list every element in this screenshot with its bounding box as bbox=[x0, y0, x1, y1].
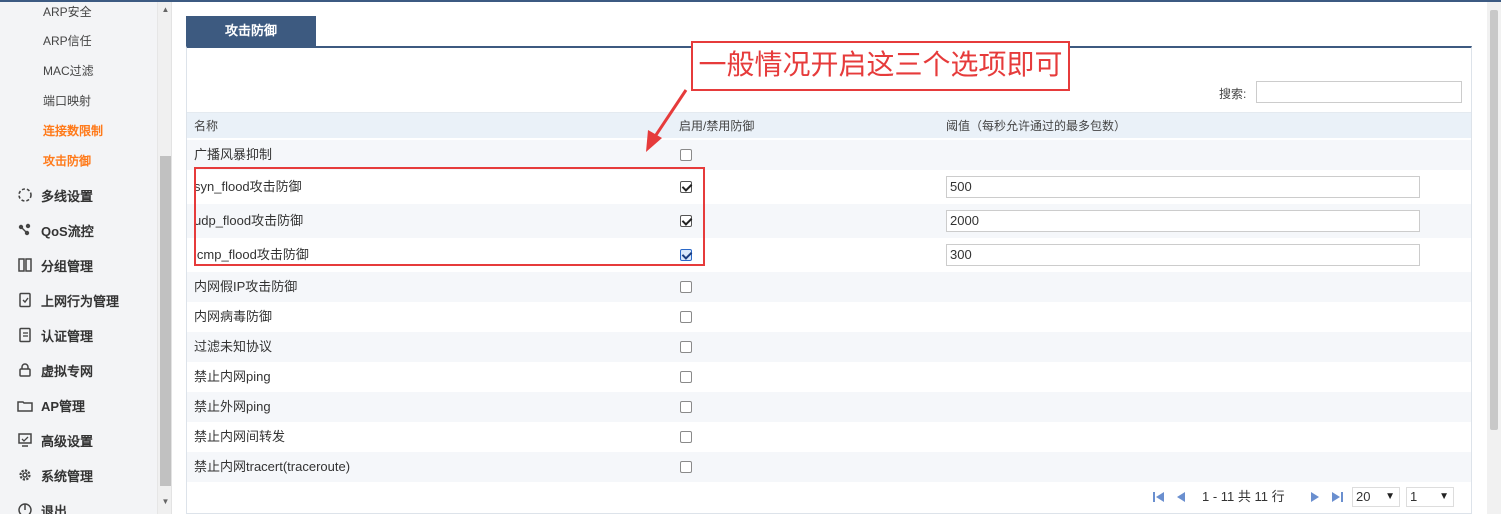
multiline-icon bbox=[16, 187, 33, 204]
row-name: 内网病毒防御 bbox=[194, 309, 273, 324]
sidebar-item-arp-trust[interactable]: ARP信任 bbox=[43, 31, 92, 51]
sidebar-item-group[interactable]: 分组管理 bbox=[16, 253, 93, 277]
search-input[interactable] bbox=[1256, 81, 1462, 103]
sidebar-item-multiline[interactable]: 多线设置 bbox=[16, 183, 93, 207]
chevron-down-icon: ▼ bbox=[1385, 491, 1395, 502]
behavior-icon bbox=[16, 292, 33, 309]
row-name: 过滤未知协议 bbox=[194, 339, 273, 354]
search-label: 搜索: bbox=[1219, 87, 1247, 101]
pagination: 1 - 11 共 11 行 20 ▼ 1 ▼ bbox=[1152, 486, 1462, 508]
sidebar-item-vpn[interactable]: 虚拟专网 bbox=[16, 358, 93, 382]
annotation-highlight-box bbox=[194, 167, 705, 266]
page-scrollbar[interactable] bbox=[1487, 2, 1501, 514]
sidebar-scroll-thumb[interactable] bbox=[160, 156, 171, 486]
row-name: 内网假IP攻击防御 bbox=[194, 279, 298, 294]
row-name: 广播风暴抑制 bbox=[194, 147, 273, 162]
row-name: 禁止内网tracert(traceroute) bbox=[194, 459, 351, 474]
sidebar-item-label: 虚拟专网 bbox=[41, 363, 94, 379]
table-row: 过滤未知协议 bbox=[187, 332, 1471, 362]
enable-checkbox[interactable] bbox=[680, 281, 692, 293]
chevron-down-icon: ▼ bbox=[1439, 491, 1449, 502]
auth-icon bbox=[16, 327, 33, 344]
threshold-input[interactable]: 500 bbox=[946, 176, 1420, 198]
page-size-select[interactable]: 20 ▼ bbox=[1352, 487, 1400, 507]
sidebar-item-mac-filter[interactable]: MAC过滤 bbox=[43, 61, 94, 81]
table-row: 内网假IP攻击防御 bbox=[187, 272, 1471, 302]
sidebar-item-advanced[interactable]: 高级设置 bbox=[16, 428, 93, 452]
enable-checkbox[interactable] bbox=[680, 461, 692, 473]
column-header-threshold[interactable]: 阈值（每秒允许通过的最多包数） bbox=[946, 113, 1126, 139]
table-row: 禁止内网tracert(traceroute) bbox=[187, 452, 1471, 482]
sidebar-scrollbar[interactable]: ▲ ▼ bbox=[157, 2, 171, 514]
sidebar-item-label: 上网行为管理 bbox=[41, 293, 120, 309]
sidebar-item-label: 多线设置 bbox=[41, 188, 94, 204]
table-header: 名称 启用/禁用防御 阈值（每秒允许通过的最多包数） bbox=[187, 112, 1471, 138]
next-page-icon[interactable] bbox=[1308, 490, 1322, 504]
logout-icon bbox=[16, 502, 33, 514]
annotation-arrow-icon bbox=[646, 89, 688, 152]
advanced-icon bbox=[16, 432, 33, 449]
enable-checkbox[interactable] bbox=[680, 311, 692, 323]
table-row: 禁止外网ping bbox=[187, 392, 1471, 422]
sidebar: ARP安全 ARP信任 MAC过滤 端口映射 连接数限制 攻击防御 多线设置 Q… bbox=[0, 2, 172, 514]
sidebar-item-qos[interactable]: QoS流控 bbox=[16, 218, 94, 242]
column-header-name[interactable]: 名称 bbox=[194, 113, 218, 139]
sidebar-item-label: 系统管理 bbox=[41, 468, 94, 484]
enable-checkbox[interactable] bbox=[680, 341, 692, 353]
table-row: 禁止内网间转发 bbox=[187, 422, 1471, 452]
sidebar-item-label: 高级设置 bbox=[41, 433, 94, 449]
row-name: 禁止内网ping bbox=[194, 369, 271, 384]
page-scroll-thumb[interactable] bbox=[1490, 10, 1498, 430]
sidebar-item-label: 退出 bbox=[41, 503, 68, 514]
gear-icon bbox=[16, 467, 33, 484]
last-page-icon[interactable] bbox=[1330, 490, 1344, 504]
threshold-input[interactable]: 2000 bbox=[946, 210, 1420, 232]
sidebar-item-port-mapping[interactable]: 端口映射 bbox=[43, 91, 91, 111]
tab-attack-defense[interactable]: 攻击防御 bbox=[186, 16, 316, 46]
column-header-enable[interactable]: 启用/禁用防御 bbox=[679, 113, 754, 139]
sidebar-item-logout[interactable]: 退出 bbox=[16, 498, 67, 514]
table-row: 广播风暴抑制 bbox=[187, 140, 1471, 170]
group-icon bbox=[16, 257, 33, 274]
sidebar-item-label: AP管理 bbox=[41, 398, 86, 414]
sidebar-item-label: QoS流控 bbox=[41, 223, 94, 239]
content-panel: 搜索: 名称 启用/禁用防御 阈值（每秒允许通过的最多包数） 广播风暴抑制 syn… bbox=[186, 46, 1472, 514]
sidebar-item-label: 认证管理 bbox=[41, 328, 94, 344]
prev-page-icon[interactable] bbox=[1174, 490, 1188, 504]
page-number-value: 1 bbox=[1410, 489, 1418, 504]
table-row: 禁止内网ping bbox=[187, 362, 1471, 392]
vpn-icon bbox=[16, 362, 33, 379]
sidebar-item-arp-security[interactable]: ARP安全 bbox=[43, 2, 92, 22]
sidebar-item-connection-limit[interactable]: 连接数限制 bbox=[43, 121, 103, 141]
scroll-up-icon[interactable]: ▲ bbox=[158, 4, 171, 16]
sidebar-item-label: 分组管理 bbox=[41, 258, 94, 274]
enable-checkbox[interactable] bbox=[680, 401, 692, 413]
enable-checkbox[interactable] bbox=[680, 371, 692, 383]
row-name: 禁止外网ping bbox=[194, 399, 271, 414]
ap-icon bbox=[16, 397, 33, 414]
sidebar-item-ap[interactable]: AP管理 bbox=[16, 393, 85, 417]
threshold-input[interactable]: 300 bbox=[946, 244, 1420, 266]
page-size-value: 20 bbox=[1356, 489, 1371, 504]
scroll-down-icon[interactable]: ▼ bbox=[158, 496, 171, 508]
table-row: 内网病毒防御 bbox=[187, 302, 1471, 332]
annotation-callout: 一般情况开启这三个选项即可 bbox=[691, 41, 1070, 91]
qos-icon bbox=[16, 222, 33, 239]
sidebar-item-auth[interactable]: 认证管理 bbox=[16, 323, 93, 347]
page-number-select[interactable]: 1 ▼ bbox=[1406, 487, 1454, 507]
enable-checkbox[interactable] bbox=[680, 431, 692, 443]
sidebar-item-behavior[interactable]: 上网行为管理 bbox=[16, 288, 119, 312]
first-page-icon[interactable] bbox=[1152, 490, 1166, 504]
sidebar-item-system[interactable]: 系统管理 bbox=[16, 463, 93, 487]
pagination-summary: 1 - 11 共 11 行 bbox=[1202, 489, 1285, 504]
sidebar-item-attack-defense[interactable]: 攻击防御 bbox=[43, 151, 91, 171]
row-name: 禁止内网间转发 bbox=[194, 429, 286, 444]
